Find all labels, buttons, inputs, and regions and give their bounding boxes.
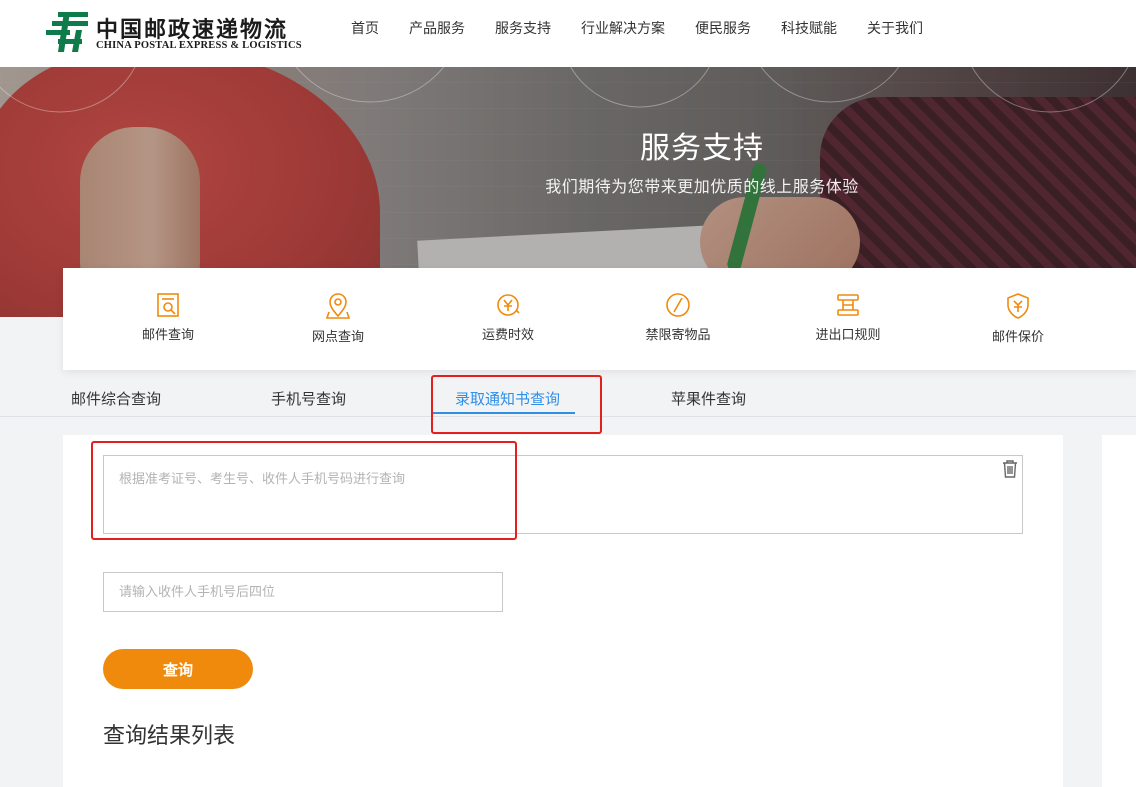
prohibited-icon <box>666 293 690 317</box>
nav-item-products[interactable]: 产品服务 <box>394 0 480 58</box>
main-nav: 首页 产品服务 服务支持 行业解决方案 便民服务 科技赋能 关于我们 <box>336 0 938 58</box>
tab-apple-item-query[interactable]: 苹果件查询 <box>671 388 746 409</box>
service-freight-timeliness[interactable]: 运费时效 <box>433 292 583 343</box>
service-label: 禁限寄物品 <box>645 328 711 343</box>
tab-comprehensive-query[interactable]: 邮件综合查询 <box>71 388 161 409</box>
service-shortcuts: 邮件查询 网点查询 运费时效 禁限寄物品 进出口规则 邮件保价 <box>63 268 1136 370</box>
site-header: 中国邮政速递物流 CHINA POSTAL EXPRESS & LOGISTIC… <box>0 0 1136 67</box>
service-prohibited-items[interactable]: 禁限寄物品 <box>603 292 753 343</box>
service-label: 网点查询 <box>311 330 364 345</box>
highlight-box-tab <box>431 375 602 434</box>
result-list-title: 查询结果列表 <box>103 724 236 749</box>
service-label: 进出口规则 <box>815 328 881 343</box>
logo-english-name: CHINA POSTAL EXPRESS & LOGISTICS <box>96 40 302 51</box>
china-post-logo-icon <box>46 12 88 52</box>
location-pin-icon <box>325 293 351 319</box>
service-mail-query[interactable]: 邮件查询 <box>93 292 243 343</box>
brand-logo[interactable]: 中国邮政速递物流 CHINA POSTAL EXPRESS & LOGISTIC… <box>44 8 306 56</box>
banner-subtitle: 我们期待为您带来更加优质的线上服务体验 <box>545 177 859 196</box>
mail-search-icon <box>157 293 179 317</box>
tab-phone-query[interactable]: 手机号查询 <box>271 388 346 409</box>
rules-icon <box>837 294 859 316</box>
service-label: 邮件查询 <box>141 328 194 343</box>
nav-item-about[interactable]: 关于我们 <box>852 0 938 58</box>
nav-item-home[interactable]: 首页 <box>336 0 394 58</box>
service-outlet-query[interactable]: 网点查询 <box>263 292 413 345</box>
yuan-clock-icon <box>497 294 520 316</box>
yuan-shield-icon <box>1007 293 1029 319</box>
nav-item-service-support[interactable]: 服务支持 <box>480 0 566 58</box>
nav-item-industry-solutions[interactable]: 行业解决方案 <box>566 0 680 58</box>
highlight-box-query-input <box>91 441 517 540</box>
banner-title: 服务支持 <box>640 131 764 166</box>
service-label: 运费时效 <box>481 328 534 343</box>
query-button[interactable]: 查询 <box>103 649 253 689</box>
service-label: 邮件保价 <box>991 330 1044 345</box>
trash-icon[interactable] <box>1001 459 1019 479</box>
nav-item-technology[interactable]: 科技赋能 <box>766 0 852 58</box>
service-insured-mail[interactable]: 邮件保价 <box>943 292 1093 345</box>
phone-last4-input[interactable] <box>103 572 503 612</box>
nav-item-convenience[interactable]: 便民服务 <box>680 0 766 58</box>
service-import-export-rules[interactable]: 进出口规则 <box>773 292 923 343</box>
side-panel <box>1102 435 1136 787</box>
